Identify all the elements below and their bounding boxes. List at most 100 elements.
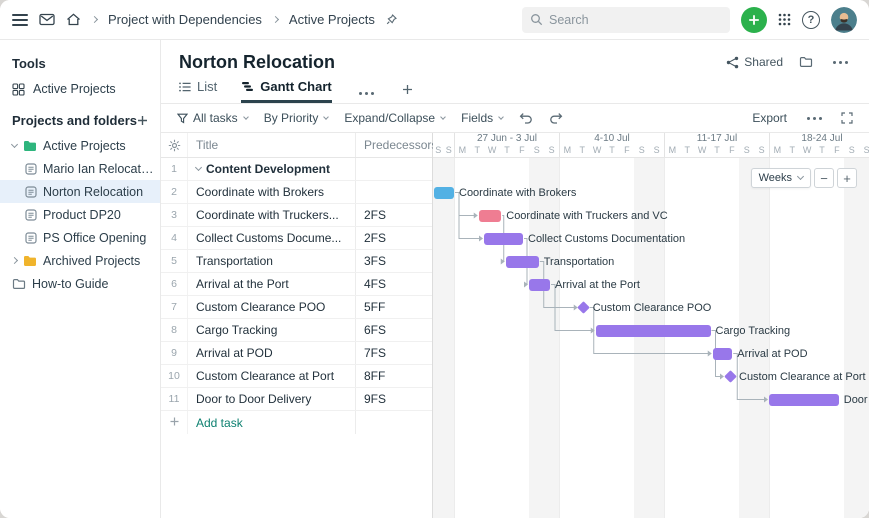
gear-icon[interactable] (168, 139, 181, 152)
redo-icon[interactable] (549, 112, 563, 124)
breadcrumb-active-projects[interactable]: Active Projects (289, 12, 375, 27)
table-row-6[interactable]: 6Arrival at the Port4FS (161, 273, 432, 296)
day-letter: W (590, 145, 605, 156)
project-icon (25, 232, 37, 244)
gantt-timeline-header: SS27 Jun - 3 JulMTWTFSS4-10 JulMTWTFSS11… (433, 133, 869, 158)
menu-icon[interactable] (12, 14, 28, 26)
task-bar[interactable] (479, 210, 502, 222)
tab-list[interactable]: List (179, 79, 217, 103)
task-bar-label: Arrival at the Port (555, 278, 640, 292)
tab-gantt-chart[interactable]: Gantt Chart (241, 79, 332, 103)
table-row-7[interactable]: 7Custom Clearance POO5FF (161, 296, 432, 319)
task-bar[interactable] (529, 279, 550, 291)
table-row-5[interactable]: 5Transportation3FS (161, 250, 432, 273)
user-avatar[interactable] (831, 7, 857, 33)
task-title-cell: Custom Clearance at Port (187, 365, 355, 387)
export-button[interactable]: Export (752, 111, 787, 125)
gantt-preweek: SS (433, 133, 454, 157)
share-action[interactable]: Shared (726, 55, 783, 69)
day-letter: S (739, 145, 754, 156)
projects-folders-header: Projects and folders (12, 113, 137, 128)
chevron-down-icon (324, 114, 330, 120)
zoom-out-button[interactable]: − (814, 168, 834, 188)
add-task-row[interactable]: Add task (161, 411, 432, 434)
task-title-cell: Door to Door Delivery (187, 388, 355, 410)
task-bar[interactable] (713, 348, 733, 360)
page-title: Norton Relocation (179, 52, 726, 73)
expand-collapse[interactable]: Expand/Collapse (344, 111, 445, 125)
inbox-icon[interactable] (39, 13, 55, 26)
gantt-chart: SS27 Jun - 3 JulMTWTFSS4-10 JulMTWTFSS11… (433, 133, 869, 518)
folder-action-icon[interactable] (799, 56, 813, 68)
breadcrumb-project[interactable]: Project with Dependencies (108, 12, 262, 27)
sidebar-item-active-projects[interactable]: Active Projects (0, 134, 160, 157)
task-bar-label: Coordinate with Truckers and VC (506, 209, 667, 223)
task-title: Custom Clearance at Port (196, 369, 334, 383)
tool-label: All tasks (193, 111, 238, 125)
sidebar-item-ps-office-opening[interactable]: PS Office Opening (0, 226, 160, 249)
gantt-week-header: 11-17 JulMTWTFSS (664, 133, 769, 157)
table-row-9[interactable]: 9Arrival at POD7FS (161, 342, 432, 365)
sort-by-priority[interactable]: By Priority (264, 111, 329, 125)
predecessor-cell: 4FS (355, 273, 432, 295)
task-title-cell: Coordinate with Brokers (187, 181, 355, 203)
task-bar-label: Collect Customs Documentation (528, 232, 685, 246)
task-title-cell: Arrival at POD (187, 342, 355, 364)
task-bar[interactable] (769, 394, 839, 406)
page-header: Norton Relocation Shared (161, 40, 869, 76)
timescale-select[interactable]: Weeks (751, 168, 811, 188)
export-label: Export (752, 111, 787, 125)
task-bar[interactable] (484, 233, 523, 245)
search-bar[interactable] (522, 7, 730, 33)
search-input[interactable] (549, 13, 722, 27)
table-row-8[interactable]: 8Cargo Tracking6FS (161, 319, 432, 342)
day-letter: T (500, 145, 515, 156)
sidebar-item-active-projects-tool[interactable]: Active Projects (0, 77, 160, 101)
apps-grid-icon[interactable] (778, 13, 791, 26)
sidebar-item-archived-projects[interactable]: Archived Projects (0, 249, 160, 272)
day-letter: S (544, 145, 559, 156)
undo-icon[interactable] (519, 112, 533, 124)
task-bar[interactable] (506, 256, 539, 268)
add-view-button[interactable] (402, 84, 413, 103)
sidebar-item-norton-relocation[interactable]: Norton Relocation (0, 180, 160, 203)
toolbar-more-icon[interactable] (803, 115, 825, 122)
day-letter: S (634, 145, 649, 156)
row-number: 7 (161, 296, 187, 318)
sidebar-item-label: Norton Relocation (43, 185, 143, 199)
help-icon[interactable]: ? (802, 11, 820, 29)
table-row-1[interactable]: 1Content Development (161, 158, 432, 181)
filter-all-tasks[interactable]: All tasks (177, 111, 248, 125)
row-number: 6 (161, 273, 187, 295)
zoom-in-button[interactable]: + (837, 168, 857, 188)
table-row-4[interactable]: 4Collect Customs Docume...2FS (161, 227, 432, 250)
day-letter: F (829, 145, 844, 156)
day-letter: S (859, 145, 869, 156)
task-bar[interactable] (434, 187, 454, 199)
add-project-icon[interactable] (137, 115, 148, 126)
more-icon[interactable] (829, 59, 851, 66)
tabs-more-icon[interactable] (356, 90, 378, 103)
table-row-11[interactable]: 11Door to Door Delivery9FS (161, 388, 432, 411)
create-button[interactable] (741, 7, 767, 33)
fields[interactable]: Fields (461, 111, 503, 125)
home-icon[interactable] (66, 13, 81, 26)
day-letter: S (844, 145, 859, 156)
sidebar-item-mario-ian-relocation[interactable]: Mario Ian Relocation (0, 157, 160, 180)
table-row-3[interactable]: 3Coordinate with Truckers...2FS (161, 204, 432, 227)
sidebar-item-how-to-guide[interactable]: How-to Guide (0, 272, 160, 295)
table-row-2[interactable]: 2Coordinate with Brokers (161, 181, 432, 204)
tab-label: List (197, 79, 217, 94)
day-letter: S (529, 145, 544, 156)
column-predecessors[interactable]: Predecessors (355, 133, 432, 157)
table-row-10[interactable]: 10Custom Clearance at Port8FF (161, 365, 432, 388)
table-header: Title Predecessors (161, 133, 432, 158)
day-letter: W (485, 145, 500, 156)
tool-label: Fields (461, 111, 493, 125)
fullscreen-icon[interactable] (841, 112, 853, 124)
column-title[interactable]: Title (187, 133, 355, 157)
task-bar[interactable] (596, 325, 711, 337)
day-letter: M (770, 145, 785, 156)
sidebar-item-product-dp20[interactable]: Product DP20 (0, 203, 160, 226)
pin-icon[interactable] (386, 14, 397, 25)
